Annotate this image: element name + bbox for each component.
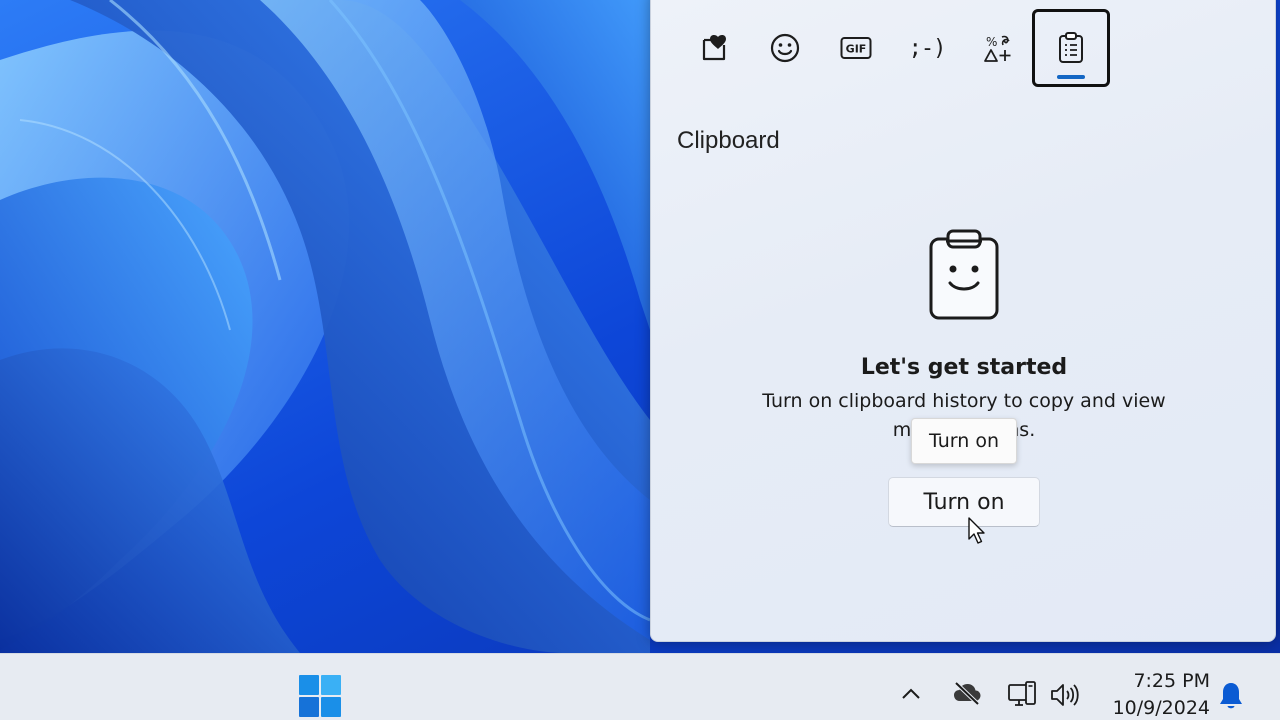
svg-text:%: % <box>986 35 997 49</box>
chevron-up-icon[interactable] <box>900 686 922 700</box>
empty-state-heading: Let's get started <box>860 355 1068 380</box>
network-icon[interactable] <box>1007 680 1037 710</box>
turn-on-button[interactable]: Turn on <box>888 477 1040 527</box>
tab-symbols[interactable]: % <box>961 11 1035 85</box>
tab-favorites[interactable] <box>677 11 751 85</box>
emoji-panel: GIF ;-) % Clipboard Let's get started Tu… <box>650 0 1276 642</box>
active-tab-indicator <box>1057 75 1085 79</box>
gif-icon: GIF <box>840 37 872 59</box>
symbols-icon: % <box>984 35 1011 62</box>
section-title: Clipboard <box>677 127 780 154</box>
heart-note-icon <box>702 34 726 61</box>
clipboard-face-illustration <box>929 229 999 320</box>
cloud-off-icon[interactable] <box>952 680 982 706</box>
tab-gif[interactable]: GIF <box>819 11 893 85</box>
speaker-icon[interactable] <box>1050 682 1080 708</box>
gif-label: GIF <box>846 43 867 56</box>
mouse-cursor-icon <box>968 517 985 544</box>
tab-clipboard[interactable] <box>1032 9 1110 87</box>
tab-emoji[interactable] <box>748 11 822 85</box>
windows-logo-icon[interactable] <box>298 674 342 718</box>
clipboard-icon <box>1059 32 1083 63</box>
kaomoji-icon: ;-) <box>908 35 947 61</box>
clock-time: 7:25 PM <box>1133 670 1210 692</box>
clock-date: 10/9/2024 <box>1112 697 1210 719</box>
bell-icon[interactable] <box>1218 681 1244 711</box>
clock[interactable]: 7:25 PM 10/9/2024 <box>1096 668 1210 720</box>
taskbar: 7:25 PM 10/9/2024 <box>0 653 1280 720</box>
turn-on-tooltip: Turn on <box>911 418 1017 464</box>
smiley-icon <box>770 33 800 63</box>
tab-kaomoji[interactable]: ;-) <box>890 11 964 85</box>
